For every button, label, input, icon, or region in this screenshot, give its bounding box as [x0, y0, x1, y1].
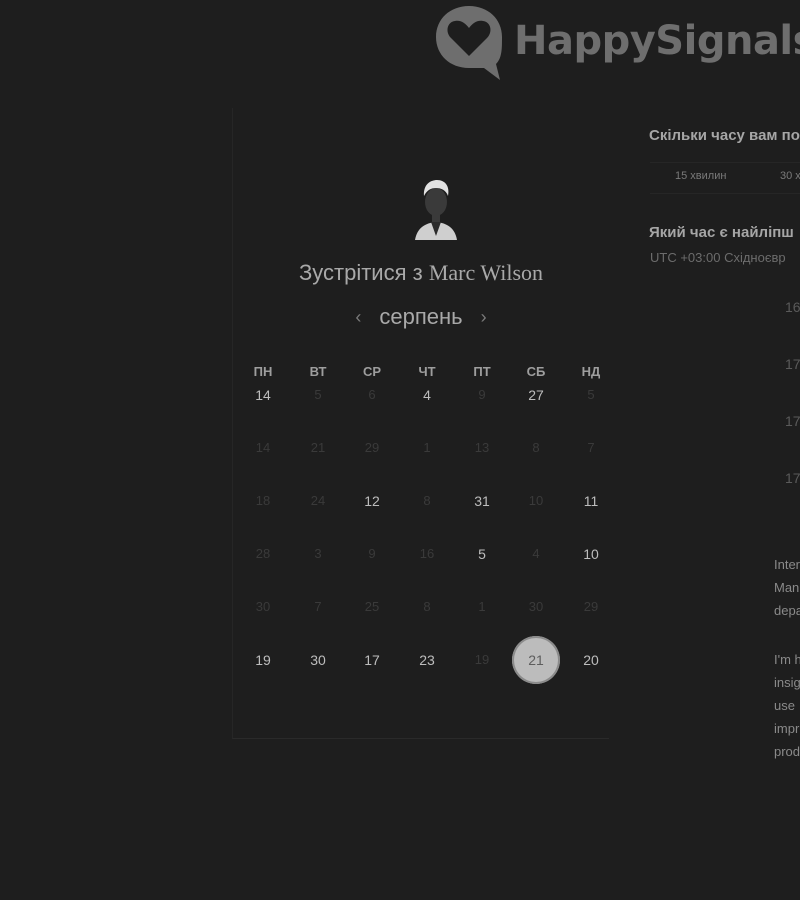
calendar-day-available[interactable]: 30	[298, 652, 338, 668]
time-slot[interactable]: 16	[785, 299, 800, 315]
calendar-day-unavailable: 18	[255, 493, 271, 508]
calendar-day-available[interactable]: 19	[243, 652, 283, 668]
calendar-day-available[interactable]: 31	[462, 493, 502, 509]
calendar-day-unavailable: 14	[255, 440, 271, 455]
avatar	[415, 180, 457, 240]
calendar-day-unavailable: 24	[310, 493, 326, 508]
speech-heart-icon	[436, 6, 502, 80]
calendar-day-unavailable: 28	[255, 546, 271, 561]
chevron-left-icon[interactable]: ‹	[349, 307, 367, 328]
logo-text: HappySignals	[514, 18, 800, 64]
description-line: use	[774, 698, 795, 713]
description-line: insig	[774, 675, 800, 690]
calendar-day-unavailable: 9	[368, 546, 376, 561]
description-line: Man	[774, 580, 800, 595]
calendar-day-unavailable: 8	[532, 440, 540, 455]
calendar-day-unavailable: 10	[528, 493, 544, 508]
calendar-day-available[interactable]: 17	[352, 652, 392, 668]
time-question: Який час є найліпш	[649, 224, 794, 241]
calendar-day-unavailable: 29	[364, 440, 380, 455]
calendar-day-available[interactable]: 11	[571, 493, 611, 509]
calendar-day-unavailable: 8	[423, 599, 431, 614]
description-line: depa	[774, 603, 800, 618]
weekday-label: НД	[581, 364, 601, 379]
calendar-day-unavailable: 19	[474, 652, 490, 667]
calendar-day-available[interactable]: 4	[407, 387, 447, 403]
calendar-day-unavailable: 13	[474, 440, 490, 455]
duration-question: Скільки часу вам по	[649, 127, 800, 144]
time-slot[interactable]: 17	[785, 470, 800, 486]
calendar-day-selected[interactable]: 21	[512, 636, 560, 684]
weekday-label: ПТ	[473, 364, 491, 379]
calendar-day-unavailable: 1	[478, 599, 486, 614]
calendar-day-unavailable: 3	[314, 546, 322, 561]
meeting-title-prefix: Зустрітися з	[298, 260, 423, 285]
description-line: I'm h	[774, 652, 800, 667]
calendar-day-unavailable: 5	[587, 387, 595, 402]
timezone-label[interactable]: UTC +03:00 Східноєвр	[650, 250, 786, 265]
calendar-day-unavailable: 30	[255, 599, 271, 614]
time-slot[interactable]: 17	[785, 413, 800, 429]
host-name: Marc Wilson	[428, 260, 544, 285]
calendar-day-available[interactable]: 10	[571, 546, 611, 562]
weekday-label: СБ	[526, 364, 546, 379]
month-navigation: ‹ серпень ›	[233, 304, 609, 330]
description-line: impr	[774, 721, 800, 736]
weekday-label: ПН	[253, 364, 273, 379]
duration-option-30[interactable]: 30 х	[780, 170, 800, 182]
weekday-label: ВТ	[309, 364, 327, 379]
calendar-day-unavailable: 6	[368, 387, 376, 402]
calendar-day-unavailable: 30	[528, 599, 544, 614]
meeting-title: Зустрітися з Marc Wilson	[233, 260, 609, 286]
calendar-day-available[interactable]: 5	[462, 546, 502, 562]
calendar-day-unavailable: 25	[364, 599, 380, 614]
calendar-day-unavailable: 21	[310, 440, 326, 455]
chevron-right-icon[interactable]: ›	[475, 307, 493, 328]
calendar-day-unavailable: 5	[314, 387, 322, 402]
calendar-day-available[interactable]: 20	[571, 652, 611, 668]
calendar-day-unavailable: 16	[419, 546, 435, 561]
calendar-day-unavailable: 7	[587, 440, 595, 455]
calendar-day-unavailable: 1	[423, 440, 431, 455]
calendar-day-available[interactable]: 14	[243, 387, 283, 403]
description-line: prod	[774, 744, 800, 759]
calendar-day-unavailable: 9	[478, 387, 486, 402]
time-slot[interactable]: 17	[785, 356, 800, 372]
calendar-day-unavailable: 7	[314, 599, 322, 614]
duration-option-15[interactable]: 15 хвилин	[675, 170, 726, 182]
booking-calendar-card: Зустрітися з Marc Wilson ‹ серпень › ПН В…	[232, 108, 609, 739]
duration-options: 15 хвилин 30 х	[650, 162, 800, 194]
calendar-day-unavailable: 4	[532, 546, 540, 561]
month-label: серпень	[379, 304, 463, 329]
happysignals-logo: HappySignals	[434, 4, 800, 80]
weekday-label: СР	[362, 364, 382, 379]
calendar-day-available[interactable]: 23	[407, 652, 447, 668]
weekday-label: ЧТ	[418, 364, 436, 379]
calendar-day-available[interactable]: 12	[352, 493, 392, 509]
calendar-day-available[interactable]: 27	[516, 387, 556, 403]
description-line: Inter	[774, 557, 800, 572]
calendar-day-unavailable: 8	[423, 493, 431, 508]
calendar-day-unavailable: 29	[583, 599, 599, 614]
